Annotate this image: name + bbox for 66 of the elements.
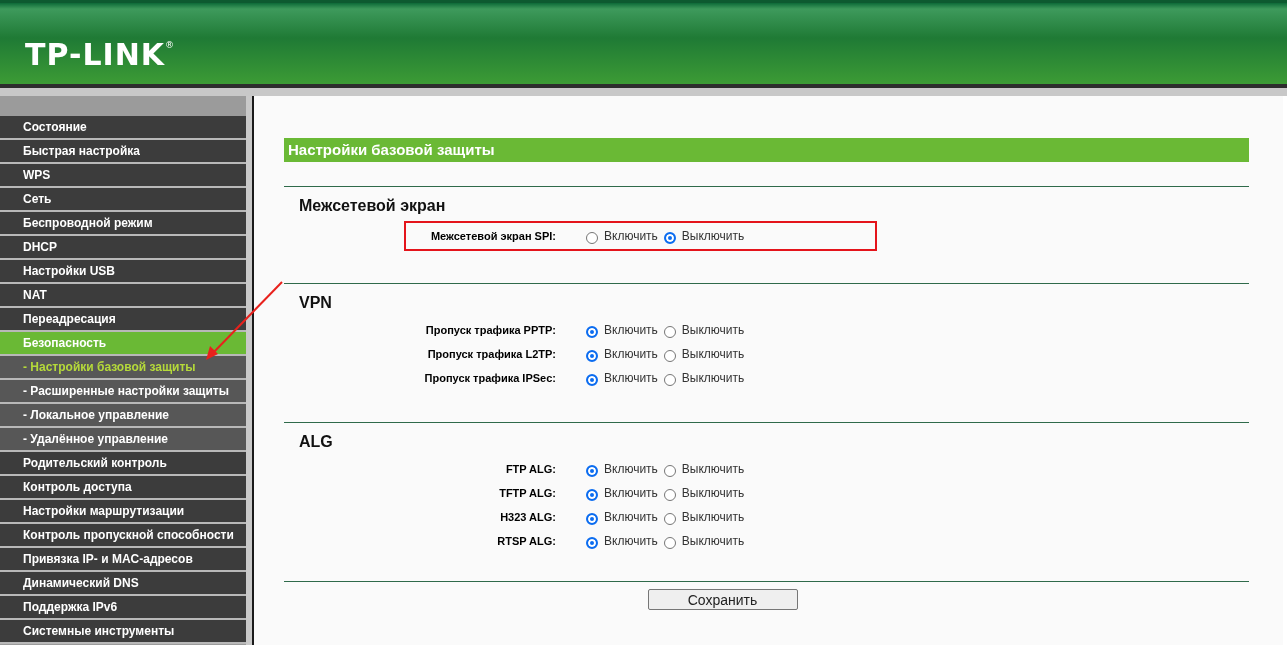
menu-item[interactable]: Привязка IP- и MAC-адресов xyxy=(0,548,248,572)
radio-label[interactable]: Выключить xyxy=(681,486,745,500)
menu-item[interactable]: Сеть xyxy=(0,188,248,212)
radio-button[interactable] xyxy=(663,232,676,244)
radio-label[interactable]: Выключить xyxy=(681,462,745,476)
radio-button[interactable] xyxy=(586,513,598,525)
menu-item[interactable]: Беспроводной режим xyxy=(0,212,248,236)
radio-label[interactable]: Выключить xyxy=(681,510,745,524)
radio-label[interactable]: Выключить xyxy=(681,534,745,548)
menu-item[interactable]: NAT xyxy=(0,284,248,308)
radio-button[interactable] xyxy=(586,232,598,244)
radio-label[interactable]: Выключить xyxy=(681,323,745,337)
radio-button[interactable] xyxy=(663,326,676,338)
menu-item[interactable]: Системные инструменты xyxy=(0,620,248,644)
field-label: Пропуск трафика PPTP: xyxy=(424,324,557,336)
menu-item[interactable]: Настройки маршрутизации xyxy=(0,500,248,524)
section-heading: Межсетевой экран xyxy=(299,197,447,215)
menu-item[interactable]: Родительский контроль xyxy=(0,452,248,476)
radio-label[interactable]: Включить xyxy=(604,347,658,361)
radio-button[interactable] xyxy=(663,537,676,549)
menu-item[interactable]: Контроль доступа xyxy=(0,476,248,500)
radio-button[interactable] xyxy=(663,350,676,362)
menu-item[interactable]: Состояние xyxy=(0,116,248,140)
field-label: Пропуск трафика L2TP: xyxy=(426,348,557,360)
radio-label[interactable]: Включить xyxy=(604,510,658,524)
radio-label[interactable]: Включить xyxy=(604,462,658,476)
section-heading: ALG xyxy=(299,433,334,451)
radio-button[interactable] xyxy=(586,374,598,386)
field-label: Межсетевой экран SPI: xyxy=(429,230,557,242)
submenu-item[interactable]: - Настройки базовой защиты xyxy=(0,356,248,380)
submenu-item[interactable]: - Расширенные настройки защиты xyxy=(0,380,248,404)
field-label: FTP ALG: xyxy=(504,463,557,475)
radio-button[interactable] xyxy=(586,350,598,362)
page-title: Настройки базовой защиты xyxy=(284,138,1249,162)
menu-item[interactable]: Поддержка IPv6 xyxy=(0,596,248,620)
menu-item[interactable]: Быстрая настройка xyxy=(0,140,248,164)
field-label: RTSP ALG: xyxy=(496,535,557,547)
menu-item[interactable]: Переадресация xyxy=(0,308,248,332)
menu-item[interactable]: Контроль пропускной способности xyxy=(0,524,248,548)
section-heading: VPN xyxy=(299,294,333,312)
radio-label[interactable]: Включить xyxy=(604,534,658,548)
field-label: H323 ALG: xyxy=(499,511,557,523)
radio-button[interactable] xyxy=(663,465,676,477)
radio-button[interactable] xyxy=(586,326,598,338)
radio-button[interactable] xyxy=(586,537,598,549)
radio-button[interactable] xyxy=(586,465,598,477)
menu-item[interactable]: DHCP xyxy=(0,236,248,260)
radio-label[interactable]: Включить xyxy=(604,486,658,500)
submenu-item[interactable]: - Локальное управление xyxy=(0,404,248,428)
menu-item[interactable]: Настройки USB xyxy=(0,260,248,284)
field-label: TFTP ALG: xyxy=(498,487,557,499)
radio-label[interactable]: Выключить xyxy=(681,347,745,361)
radio-label[interactable]: Включить xyxy=(604,229,658,243)
menu-item[interactable]: WPS xyxy=(0,164,248,188)
radio-button[interactable] xyxy=(663,513,676,525)
radio-button[interactable] xyxy=(663,489,676,501)
menu-item[interactable]: Динамический DNS xyxy=(0,572,248,596)
radio-label[interactable]: Выключить xyxy=(681,229,745,243)
radio-label[interactable]: Включить xyxy=(604,371,658,385)
radio-button[interactable] xyxy=(586,489,598,501)
radio-label[interactable]: Выключить xyxy=(681,371,745,385)
radio-button[interactable] xyxy=(663,374,676,386)
field-label: Пропуск трафика IPSec: xyxy=(423,372,557,384)
save-button[interactable]: Сохранить xyxy=(647,589,798,610)
radio-label[interactable]: Включить xyxy=(604,323,658,337)
submenu-item[interactable]: - Удалённое управление xyxy=(0,428,248,452)
